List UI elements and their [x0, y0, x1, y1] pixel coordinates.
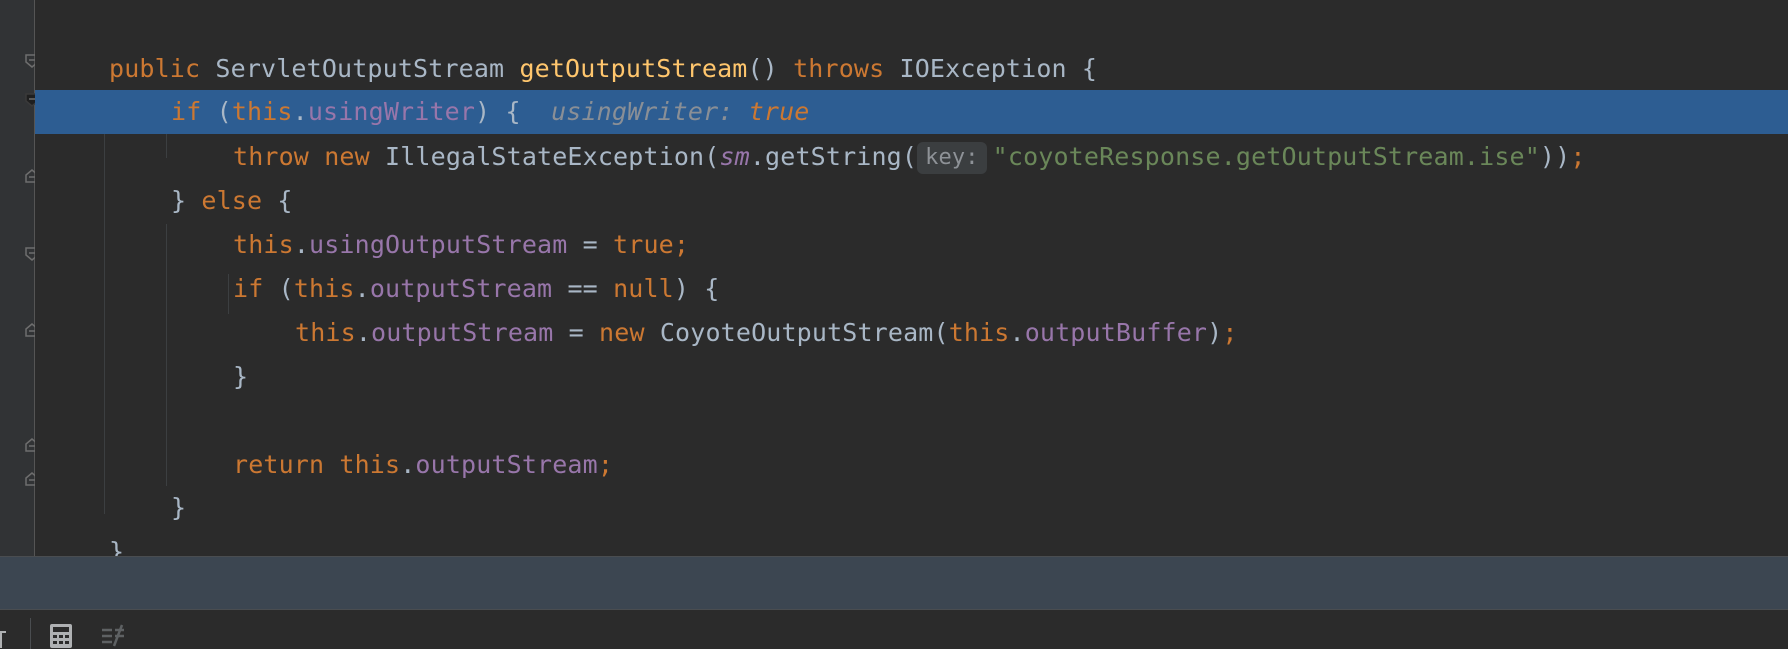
code-token: new — [599, 318, 660, 347]
code-token: usingWriter — [307, 97, 476, 126]
code-token: ( — [278, 274, 294, 303]
calculator-icon[interactable] — [48, 622, 74, 648]
code-token: usingOutputStream — [309, 230, 568, 259]
code-token: .getString( — [749, 142, 918, 171]
code-token: } — [109, 537, 125, 556]
code-token: throw new — [233, 142, 386, 171]
code-token: . — [355, 318, 372, 347]
code-token: ; — [1222, 318, 1238, 347]
code-token: this — [233, 230, 294, 259]
inline-debug-value: true — [748, 97, 810, 126]
code-line[interactable]: } — [35, 486, 1788, 530]
code-text: this.usingOutputStream = true; — [233, 223, 689, 267]
code-token: IOException { — [899, 54, 1098, 83]
code-token: this — [948, 318, 1010, 347]
code-token: IllegalStateException( — [385, 142, 720, 171]
code-token: outputBuffer — [1024, 318, 1208, 347]
code-token: outputStream — [369, 274, 553, 303]
code-text: } — [233, 355, 248, 399]
code-line[interactable] — [35, 399, 1788, 443]
code-token: = — [567, 230, 614, 259]
code-text: if (this.outputStream == null) { — [233, 267, 719, 311]
status-bar — [0, 556, 1788, 609]
code-token: return this — [233, 450, 401, 479]
code-token: this — [295, 318, 356, 347]
code-token: outputStream — [371, 318, 554, 347]
code-token: CoyoteOutputStream( — [659, 318, 949, 347]
code-token: ( — [216, 97, 232, 126]
code-line[interactable]: public ServletOutputStream getOutputStre… — [35, 47, 1788, 91]
code-editor[interactable]: public ServletOutputStream getOutputStre… — [35, 0, 1788, 556]
code-token: this — [293, 274, 355, 303]
code-token: () — [747, 54, 794, 83]
code-token: getOutputStream — [519, 54, 748, 83]
code-text: public ServletOutputStream getOutputStre… — [109, 47, 1097, 91]
code-line[interactable]: } — [35, 355, 1788, 399]
code-text: throw new IllegalStateException(sm.getSt… — [233, 135, 1586, 179]
code-token: )) — [1539, 142, 1571, 171]
parameter-hint: key: — [917, 142, 987, 174]
code-token: } — [171, 493, 187, 522]
debug-toolbar — [0, 609, 1788, 649]
code-token: } — [233, 362, 249, 391]
code-token: true; — [613, 230, 690, 259]
code-token: ; — [1570, 142, 1586, 171]
code-line[interactable]: this.outputStream = new CoyoteOutputStre… — [35, 311, 1788, 355]
code-line[interactable]: return this.outputStream; — [35, 443, 1788, 487]
code-text: } else { — [171, 179, 293, 223]
code-token: . — [293, 230, 310, 259]
code-token: null — [613, 274, 674, 303]
code-line[interactable]: throw new IllegalStateException(sm.getSt… — [35, 135, 1788, 179]
code-token: ) { — [475, 97, 521, 126]
toolbar-separator — [30, 618, 31, 649]
code-token: ) — [1207, 318, 1223, 347]
code-text: this.outputStream = new CoyoteOutputStre… — [295, 311, 1238, 355]
code-token: if — [171, 97, 217, 126]
code-token: outputStream — [415, 450, 598, 479]
code-text: if (this.usingWriter) { usingWriter: tru… — [171, 90, 810, 134]
code-line-highlighted[interactable]: if (this.usingWriter) { usingWriter: tru… — [35, 90, 1788, 134]
code-token: ServletOutputStream — [215, 54, 520, 83]
code-token: = — [553, 318, 600, 347]
code-line[interactable]: } else { — [35, 179, 1788, 223]
code-token: this — [231, 97, 293, 126]
code-line[interactable]: } — [35, 530, 1788, 556]
code-token: { — [277, 186, 293, 215]
code-token: . — [292, 97, 308, 126]
code-line[interactable]: if (this.outputStream == null) { — [35, 267, 1788, 311]
code-token: if — [233, 274, 279, 303]
code-token: public — [109, 54, 216, 83]
inline-debug-value-name: usingWriter: — [551, 97, 749, 126]
code-token: ) { — [673, 274, 720, 303]
code-text: } — [109, 530, 124, 556]
code-token: "coyoteResponse.getOutputStream.ise" — [992, 142, 1540, 171]
code-token: == — [552, 274, 614, 303]
code-token: else — [201, 186, 278, 215]
evaluate-expression-icon[interactable] — [100, 622, 126, 648]
code-token: . — [1009, 318, 1025, 347]
code-text: return this.outputStream; — [233, 443, 613, 487]
code-token: sm — [719, 142, 750, 171]
code-text: } — [171, 486, 186, 530]
code-token: ; — [597, 450, 614, 479]
code-line[interactable]: this.usingOutputStream = true; — [35, 223, 1788, 267]
code-token: . — [354, 274, 370, 303]
code-token: throws — [793, 54, 900, 83]
code-token: } — [171, 186, 202, 215]
code-token: . — [400, 450, 416, 479]
partial-tool-icon[interactable] — [0, 630, 8, 648]
